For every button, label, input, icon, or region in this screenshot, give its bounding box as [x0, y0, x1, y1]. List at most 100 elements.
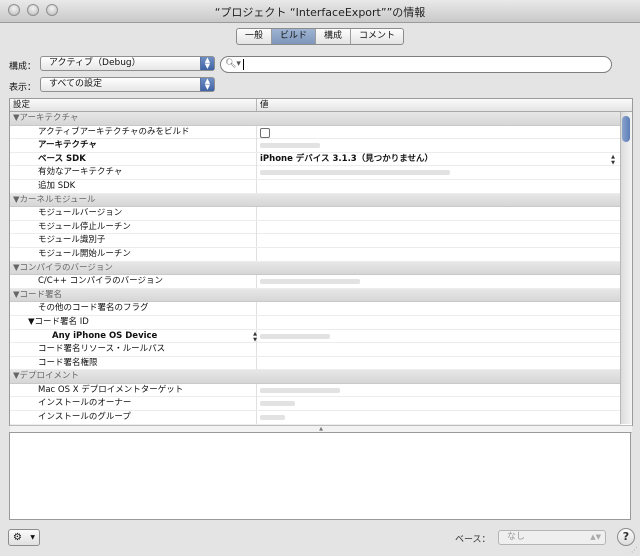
- table-row[interactable]: モジュール開始ルーチン: [10, 247, 621, 262]
- title-bar: “プロジェクト “InterfaceExport””の情報: [0, 0, 640, 23]
- setting-value[interactable]: [256, 247, 621, 261]
- table-group-row[interactable]: ▼デプロイメント: [10, 370, 621, 384]
- setting-name: Mac OS X デプロイメントターゲット: [38, 384, 184, 395]
- table-row[interactable]: モジュール停止ルーチン: [10, 220, 621, 235]
- obscured-value: [260, 170, 450, 176]
- table-row[interactable]: コード署名権限: [10, 356, 621, 371]
- setting-name: コード署名権限: [38, 357, 98, 368]
- table-group-row[interactable]: ▼コード署名: [10, 288, 621, 303]
- popup-arrows-icon[interactable]: ▲▼: [248, 331, 261, 343]
- table-row[interactable]: 有効なアーキテクチャ: [10, 166, 621, 180]
- text-caret: [243, 59, 244, 70]
- show-value: すべての設定: [49, 79, 103, 89]
- setting-value[interactable]: [256, 411, 621, 425]
- table-row[interactable]: モジュールバージョン: [10, 207, 621, 221]
- show-popup[interactable]: すべての設定 ▲ ▼: [40, 77, 215, 92]
- table-row[interactable]: Any iPhone OS Device ▲▼: [10, 329, 621, 344]
- setting-value[interactable]: [256, 207, 621, 221]
- description-pane: [9, 432, 631, 520]
- config-value: アクティブ（Debug）: [49, 58, 141, 68]
- base-popup[interactable]: なし ▲▼: [498, 530, 606, 545]
- setting-value[interactable]: [256, 125, 621, 139]
- obscured-value: [260, 333, 330, 339]
- setting-value[interactable]: [256, 397, 621, 411]
- setting-value[interactable]: [256, 356, 621, 370]
- tab-comments[interactable]: コメント: [351, 29, 403, 44]
- help-icon: ?: [622, 530, 630, 543]
- setting-name: ▼コード署名 ID: [28, 316, 89, 327]
- tab-configurations[interactable]: 構成: [316, 29, 352, 44]
- table-row[interactable]: その他のコード署名のフラグ: [10, 302, 621, 316]
- table-row[interactable]: インストールのオーナー: [10, 397, 621, 412]
- setting-name: モジュール識別子: [38, 235, 106, 246]
- setting-name: ベース SDK: [38, 153, 86, 164]
- table-row[interactable]: モジュール識別子: [10, 234, 621, 248]
- vertical-scrollbar[interactable]: [620, 112, 632, 424]
- setting-name: 有効なアーキテクチャ: [38, 167, 123, 178]
- setting-name: モジュール開始ルーチン: [38, 248, 131, 259]
- setting-value: [256, 262, 621, 275]
- gear-icon: ⚙: [13, 532, 22, 543]
- popup-arrows-icon: ▲▼: [200, 57, 214, 70]
- tab-build[interactable]: ビルド: [272, 29, 317, 44]
- table-header: 設定 値: [10, 99, 632, 112]
- setting-value[interactable]: [256, 275, 621, 289]
- setting-checkbox[interactable]: [260, 127, 270, 138]
- setting-name: ▼コンパイラのバージョン: [13, 262, 113, 273]
- setting-value: [256, 112, 621, 125]
- column-header-value[interactable]: 値: [256, 99, 269, 111]
- table-row[interactable]: Mac OS X デプロイメントターゲット: [10, 383, 621, 398]
- table-row[interactable]: アーキテクチャ: [10, 139, 621, 153]
- table-group-row[interactable]: ▼カーネルモジュール: [10, 193, 621, 208]
- window-title: “プロジェクト “InterfaceExport””の情報: [214, 6, 426, 19]
- setting-value[interactable]: [256, 343, 621, 357]
- table-group-row[interactable]: ▼アーキテクチャ: [10, 112, 621, 126]
- config-label: 構成：: [9, 62, 37, 72]
- table-row[interactable]: 追加 SDK: [10, 179, 621, 194]
- setting-value: [256, 194, 621, 207]
- popup-arrows-icon: ▲▼: [200, 78, 214, 91]
- popup-arrows-icon: ▲▼: [590, 533, 601, 541]
- tab-general[interactable]: 一般: [237, 29, 273, 44]
- obscured-value: [260, 387, 340, 393]
- setting-value[interactable]: [256, 315, 621, 329]
- table-row[interactable]: ベース SDK iPhone デバイス 3.1.3（見つかりません） ▲▼: [10, 152, 621, 167]
- setting-name: インストールのオーナー: [38, 398, 132, 409]
- setting-name: ▼コード署名: [13, 289, 63, 300]
- table-rows: ▼アーキテクチャ アクティブアーキテクチャのみをビルド アーキテクチャ ベース SDK…: [10, 112, 621, 425]
- popup-arrows-icon[interactable]: ▲▼: [606, 154, 619, 166]
- setting-name: Any iPhone OS Device: [52, 330, 158, 341]
- setting-value[interactable]: [256, 179, 621, 193]
- build-settings-table: 設定 値 ▼アーキテクチャ アクティブアーキテクチャのみをビルド アーキテクチャ ベー…: [9, 98, 633, 426]
- setting-value[interactable]: [256, 329, 621, 343]
- setting-value: [256, 289, 621, 302]
- table-row[interactable]: インストールのグループ: [10, 411, 621, 425]
- resize-grip-icon[interactable]: ⋰: [631, 546, 638, 554]
- setting-value[interactable]: [256, 234, 621, 248]
- table-group-row[interactable]: ▼コンパイラのバージョン: [10, 261, 621, 276]
- search-input[interactable]: [245, 58, 605, 71]
- setting-value-text: iPhone デバイス 3.1.3（見つかりません）: [260, 153, 433, 164]
- table-row[interactable]: ▼コード署名 ID: [10, 315, 621, 330]
- setting-value[interactable]: [256, 302, 621, 316]
- setting-value[interactable]: [256, 166, 621, 180]
- table-row[interactable]: コード署名リソース・ルールパス: [10, 343, 621, 357]
- table-row[interactable]: アクティブアーキテクチャのみをビルド: [10, 125, 621, 140]
- chevron-down-icon: ▼: [30, 534, 35, 541]
- search-field[interactable]: 🔍︎▾: [220, 56, 612, 73]
- config-popup[interactable]: アクティブ（Debug） ▲ ▼: [40, 56, 215, 71]
- setting-name: モジュール停止ルーチン: [38, 221, 131, 232]
- setting-name: ▼デプロイメント: [13, 371, 80, 382]
- setting-value[interactable]: iPhone デバイス 3.1.3（見つかりません）: [256, 152, 621, 166]
- setting-value[interactable]: [256, 139, 621, 153]
- help-button[interactable]: ?: [617, 528, 635, 546]
- setting-name: インストールのグループ: [38, 412, 131, 423]
- action-menu-button[interactable]: ⚙ ▼: [8, 529, 40, 546]
- scrollbar-thumb[interactable]: [622, 116, 630, 142]
- setting-value[interactable]: [256, 220, 621, 234]
- setting-name: 追加 SDK: [38, 180, 76, 191]
- setting-value[interactable]: [256, 383, 621, 397]
- column-header-setting[interactable]: 設定: [10, 99, 30, 111]
- table-row[interactable]: C/C++ コンパイラのバージョン: [10, 275, 621, 289]
- base-value: なし: [507, 532, 526, 542]
